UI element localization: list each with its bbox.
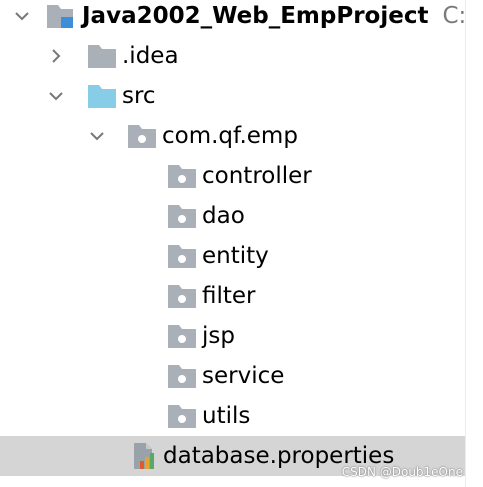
- folder-label-src: src: [122, 83, 156, 109]
- tree-row-package[interactable]: com.qf.emp: [0, 116, 466, 156]
- subpackage-label: utils: [202, 403, 251, 429]
- vertical-scrollbar[interactable]: [465, 0, 483, 487]
- subpackage-label: jsp: [202, 323, 235, 349]
- project-path: C:\le: [442, 3, 466, 29]
- chevron-right-icon[interactable]: [48, 48, 64, 64]
- tree-row-src[interactable]: src: [0, 76, 466, 116]
- tree-row-subpackage[interactable]: filter: [0, 276, 466, 316]
- package-icon: [166, 321, 198, 351]
- chevron-down-icon[interactable]: [48, 88, 64, 104]
- subpackage-label: service: [202, 363, 285, 389]
- tree-row-subpackage[interactable]: controller: [0, 156, 466, 196]
- folder-icon: [86, 41, 118, 71]
- package-icon: [126, 121, 158, 151]
- package-icon: [166, 201, 198, 231]
- watermark-text: CSDN @Doub1eOne: [341, 465, 463, 479]
- subpackage-label: dao: [202, 203, 245, 229]
- tree-row-subpackage[interactable]: jsp: [0, 316, 466, 356]
- source-folder-icon: [86, 81, 118, 111]
- package-icon: [166, 401, 198, 431]
- tree-row-subpackage[interactable]: service: [0, 356, 466, 396]
- folder-label-idea: .idea: [122, 43, 179, 69]
- package-icon: [166, 281, 198, 311]
- package-label: com.qf.emp: [162, 123, 298, 149]
- subpackage-label: controller: [202, 163, 312, 189]
- package-icon: [166, 161, 198, 191]
- subpackage-label: filter: [202, 283, 256, 309]
- subpackage-label: entity: [202, 243, 269, 269]
- tree-row-subpackage[interactable]: entity: [0, 236, 466, 276]
- chevron-down-icon[interactable]: [14, 8, 30, 24]
- project-name: Java2002_Web_EmpProjectC:\le: [82, 2, 466, 30]
- package-icon: [166, 241, 198, 271]
- tree-row-project-root[interactable]: Java2002_Web_EmpProjectC:\le: [0, 0, 466, 36]
- package-icon: [166, 361, 198, 391]
- tree-row-idea[interactable]: .idea: [0, 36, 466, 76]
- properties-file-icon: [128, 441, 160, 471]
- chevron-down-icon[interactable]: [89, 128, 105, 144]
- project-tree: Java2002_Web_EmpProjectC:\le .idea src c…: [0, 0, 466, 487]
- tree-row-subpackage[interactable]: utils: [0, 396, 466, 436]
- tree-row-subpackage[interactable]: dao: [0, 196, 466, 236]
- module-folder-icon: [45, 1, 77, 31]
